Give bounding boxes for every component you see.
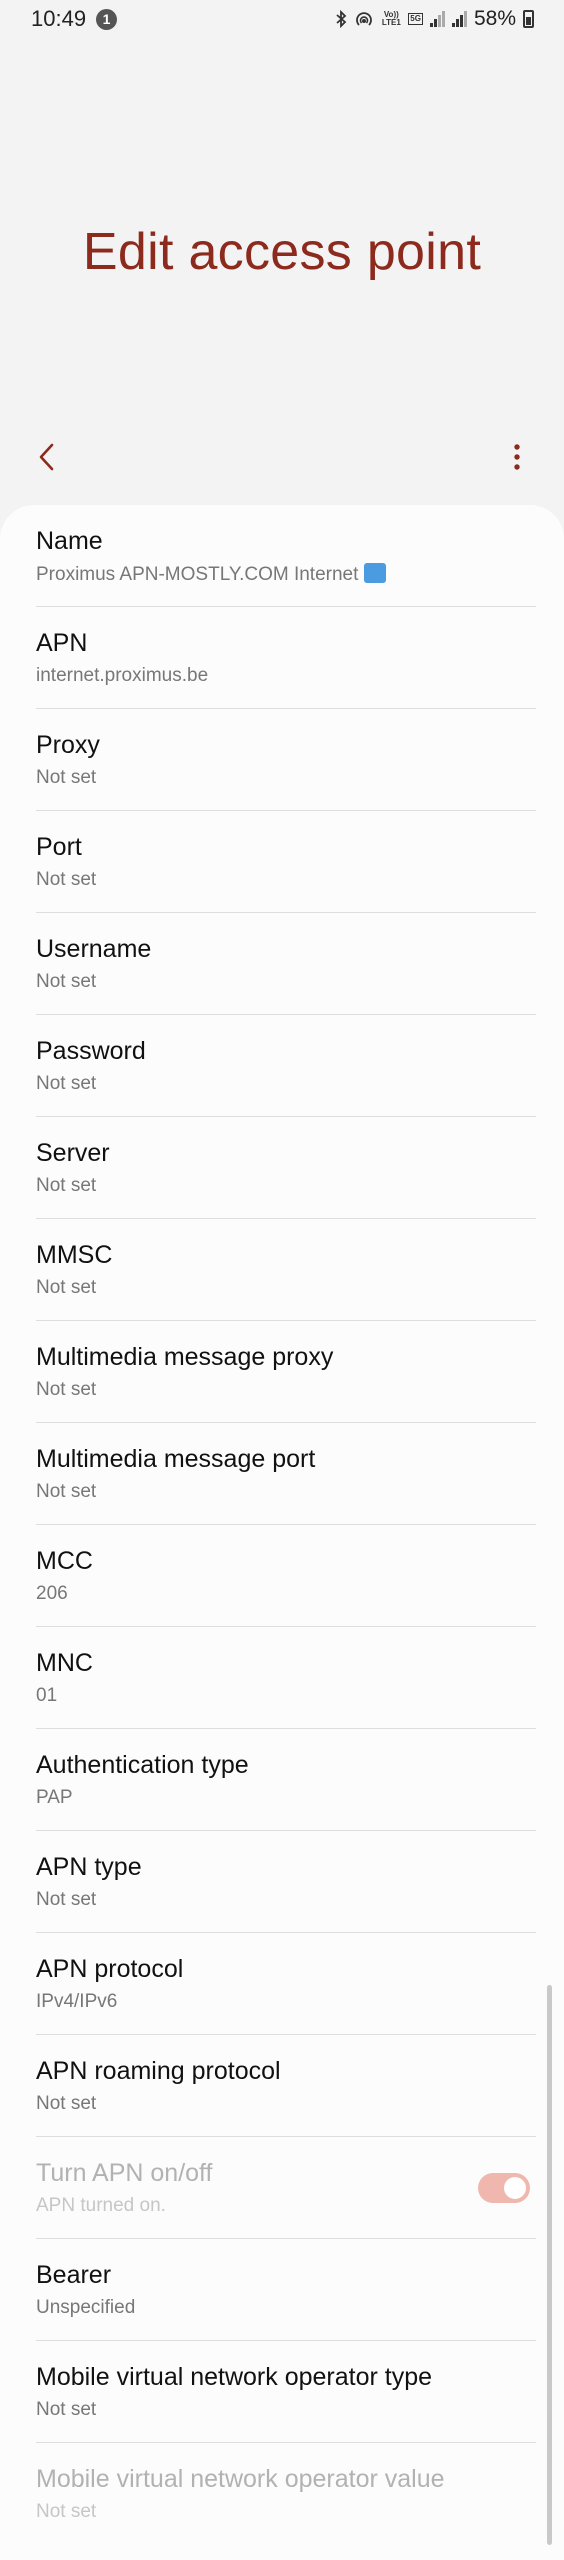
setting-password[interactable]: Password Not set bbox=[36, 1015, 536, 1117]
more-vert-icon bbox=[514, 444, 520, 470]
setting-value: 206 bbox=[36, 1583, 68, 1604]
setting-title: Name bbox=[36, 527, 103, 555]
setting-apn[interactable]: APN internet.proximus.be bbox=[36, 607, 536, 709]
battery-percent: 58% bbox=[473, 7, 516, 30]
battery-icon bbox=[523, 10, 534, 28]
setting-mms-port[interactable]: Multimedia message port Not set bbox=[36, 1423, 536, 1525]
5g-icon: 5G bbox=[408, 13, 423, 25]
setting-authentication-type[interactable]: Authentication type PAP bbox=[36, 1729, 536, 1831]
setting-value: IPv4/IPv6 bbox=[36, 1991, 118, 2012]
setting-title: Multimedia message port bbox=[36, 1445, 316, 1473]
volte-icon: Vo)) LTE1 bbox=[381, 10, 401, 27]
setting-turn-apn-on-off: Turn APN on/off APN turned on. bbox=[36, 2137, 536, 2239]
setting-title: APN protocol bbox=[36, 1955, 184, 1983]
setting-title: Multimedia message proxy bbox=[36, 1343, 334, 1371]
setting-title: Username bbox=[36, 935, 152, 963]
setting-port[interactable]: Port Not set bbox=[36, 811, 536, 913]
toolbar bbox=[0, 428, 564, 488]
setting-title: MMSC bbox=[36, 1241, 113, 1269]
signal-strength-icon-2 bbox=[451, 11, 467, 27]
setting-apn-protocol[interactable]: APN protocol IPv4/IPv6 bbox=[36, 1933, 536, 2035]
more-options-button[interactable] bbox=[492, 432, 542, 482]
setting-value: Not set bbox=[36, 1073, 97, 1094]
setting-value: Not set bbox=[36, 2399, 97, 2420]
setting-value: Not set bbox=[36, 1889, 97, 1910]
setting-title: APN bbox=[36, 629, 88, 657]
setting-title: Authentication type bbox=[36, 1751, 249, 1779]
setting-value: Not set bbox=[36, 971, 97, 992]
setting-value: APN turned on. bbox=[36, 2195, 166, 2216]
setting-username[interactable]: Username Not set bbox=[36, 913, 536, 1015]
setting-value: Not set bbox=[36, 869, 97, 890]
setting-value: Proximus APN-MOSTLY.COM Internet bbox=[36, 564, 359, 585]
setting-value: Not set bbox=[36, 1277, 97, 1298]
antenna-bars-emoji-icon bbox=[364, 563, 387, 583]
setting-title: Server bbox=[36, 1139, 110, 1167]
back-button[interactable] bbox=[22, 432, 72, 482]
setting-title: Mobile virtual network operator value bbox=[36, 2465, 445, 2493]
setting-value: Not set bbox=[36, 2093, 97, 2114]
setting-value: PAP bbox=[36, 1787, 73, 1808]
status-left: 10:49 1 bbox=[31, 6, 118, 32]
hotspot-icon bbox=[354, 10, 374, 28]
setting-value: Not set bbox=[36, 1175, 97, 1196]
settings-list: Name Proximus APN-MOSTLY.COM Internet AP… bbox=[0, 505, 564, 2560]
setting-mcc[interactable]: MCC 206 bbox=[36, 1525, 536, 1627]
status-time: 10:49 bbox=[31, 6, 87, 31]
notification-count-badge: 1 bbox=[96, 8, 118, 30]
bluetooth-icon bbox=[335, 10, 347, 28]
setting-title: Password bbox=[36, 1037, 146, 1065]
setting-value: internet.proximus.be bbox=[36, 665, 209, 686]
apn-toggle-switch bbox=[478, 2173, 530, 2203]
setting-title: APN roaming protocol bbox=[36, 2057, 281, 2085]
status-bar: 10:49 1 Vo)) LTE1 5G 58% bbox=[0, 0, 564, 38]
signal-strength-icon-1 bbox=[429, 11, 445, 27]
toggle-knob bbox=[504, 2177, 526, 2199]
setting-mnc[interactable]: MNC 01 bbox=[36, 1627, 536, 1729]
chevron-left-icon bbox=[39, 443, 54, 471]
setting-proxy[interactable]: Proxy Not set bbox=[36, 709, 536, 811]
setting-apn-type[interactable]: APN type Not set bbox=[36, 1831, 536, 1933]
setting-title: Turn APN on/off bbox=[36, 2159, 213, 2187]
setting-title: APN type bbox=[36, 1853, 142, 1881]
setting-value: 01 bbox=[36, 1685, 58, 1706]
setting-apn-roaming-protocol[interactable]: APN roaming protocol Not set bbox=[36, 2035, 536, 2137]
setting-value: Not set bbox=[36, 1481, 97, 1502]
setting-server[interactable]: Server Not set bbox=[36, 1117, 536, 1219]
setting-value: Not set bbox=[36, 1379, 97, 1400]
setting-value: Not set bbox=[36, 2501, 97, 2522]
setting-mvno-type[interactable]: Mobile virtual network operator type Not… bbox=[36, 2341, 536, 2443]
setting-name[interactable]: Name Proximus APN-MOSTLY.COM Internet bbox=[36, 505, 536, 607]
setting-title: Proxy bbox=[36, 731, 100, 759]
setting-title: Mobile virtual network operator type bbox=[36, 2363, 433, 2391]
setting-bearer[interactable]: Bearer Unspecified bbox=[36, 2239, 536, 2341]
setting-title: Port bbox=[36, 833, 82, 861]
setting-value-container: Proximus APN-MOSTLY.COM Internet bbox=[36, 563, 387, 586]
setting-value: Not set bbox=[36, 767, 97, 788]
setting-mvno-value: Mobile virtual network operator value No… bbox=[36, 2443, 536, 2545]
setting-title: MCC bbox=[36, 1547, 93, 1575]
page-title: Edit access point bbox=[82, 223, 482, 281]
setting-value: Unspecified bbox=[36, 2297, 136, 2318]
setting-title: Bearer bbox=[36, 2261, 112, 2289]
scrollbar[interactable] bbox=[547, 1985, 552, 2545]
setting-title: MNC bbox=[36, 1649, 93, 1677]
setting-mmsc[interactable]: MMSC Not set bbox=[36, 1219, 536, 1321]
setting-mms-proxy[interactable]: Multimedia message proxy Not set bbox=[36, 1321, 536, 1423]
status-right: Vo)) LTE1 5G 58% bbox=[335, 7, 534, 31]
